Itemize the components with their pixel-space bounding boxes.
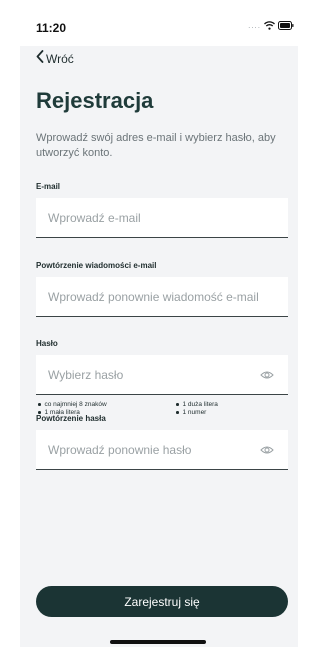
- back-button[interactable]: Wróć: [36, 50, 74, 68]
- chevron-left-icon: [36, 50, 44, 68]
- password-confirm-label: Powtórzenie hasła: [36, 414, 106, 423]
- status-bar: 11:20 ....: [20, 0, 298, 46]
- status-icons: ....: [248, 21, 294, 30]
- requirement-number: 1 numer: [174, 409, 288, 416]
- eye-icon[interactable]: [260, 445, 274, 455]
- signal-icon: ....: [248, 21, 261, 30]
- registration-screen: 11:20 .... Wróć Rejestracja Wprowadź swó…: [20, 0, 298, 647]
- email-field[interactable]: [36, 198, 288, 238]
- phone-frame: 11:20 .... Wróć Rejestracja Wprowadź swó…: [0, 0, 300, 647]
- email-confirm-field[interactable]: [36, 277, 288, 317]
- home-indicator[interactable]: [110, 640, 206, 644]
- email-label: E-mail: [36, 182, 61, 191]
- requirement-uppercase: 1 duża litera: [174, 401, 288, 408]
- password-label: Hasło: [36, 339, 58, 348]
- page-title: Rejestracja: [36, 88, 154, 113]
- password-confirm-input[interactable]: [48, 442, 260, 457]
- eye-icon[interactable]: [260, 370, 274, 380]
- intro-text: Wprowadź swój adres e-mail i wybierz has…: [36, 132, 276, 159]
- register-button[interactable]: Zarejestruj się: [36, 586, 288, 617]
- back-label: Wróć: [46, 52, 74, 66]
- password-input[interactable]: [48, 367, 260, 382]
- email-input[interactable]: [48, 210, 274, 225]
- battery-icon: [278, 21, 294, 30]
- password-field[interactable]: [36, 355, 288, 395]
- email-confirm-label: Powtórzenie wiadomości e-mail: [36, 261, 157, 270]
- requirement-min-length: co najmniej 8 znaków: [36, 401, 174, 408]
- email-confirm-input[interactable]: [48, 289, 274, 304]
- status-time: 11:20: [36, 21, 67, 35]
- password-confirm-field[interactable]: [36, 430, 288, 470]
- wifi-icon: [264, 21, 275, 30]
